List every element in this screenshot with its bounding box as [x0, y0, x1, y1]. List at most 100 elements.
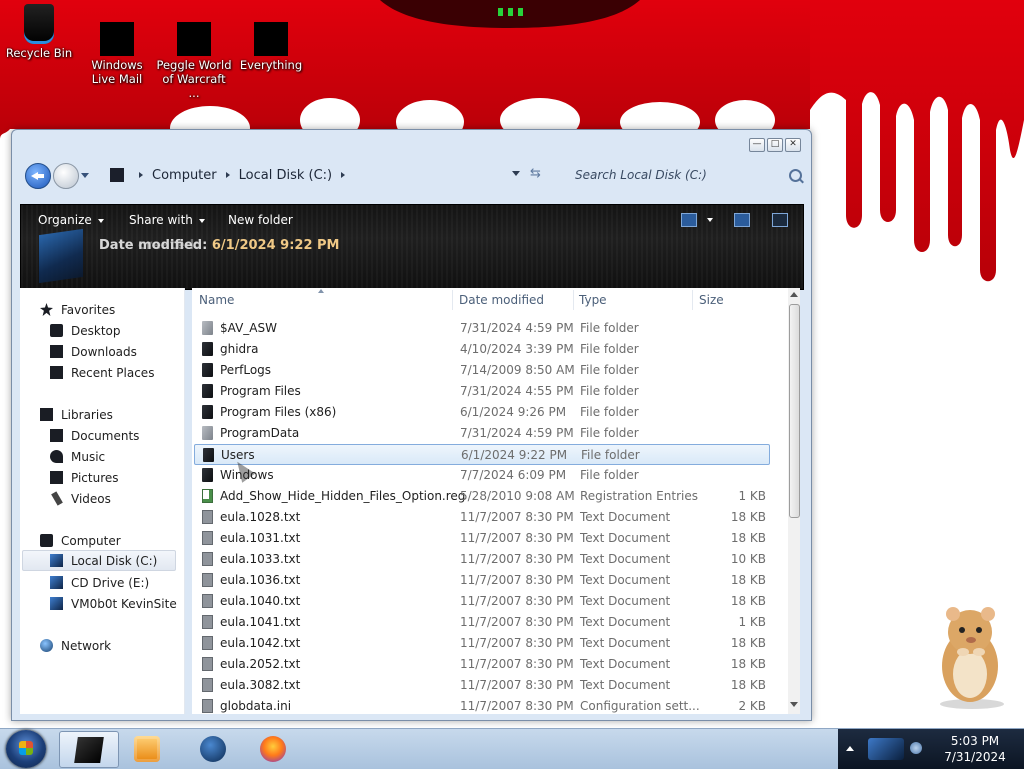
taskbar: 5:03 PM 7/31/2024: [0, 728, 1024, 769]
file-row[interactable]: Users 6/1/2024 9:22 PM File folder: [194, 444, 770, 465]
organize-button[interactable]: Organize: [38, 213, 104, 227]
nav-network[interactable]: Network: [40, 635, 198, 656]
nav-videos[interactable]: Videos: [50, 488, 208, 509]
recent-pages-dropdown[interactable]: [81, 173, 89, 178]
breadcrumb-separator[interactable]: [225, 172, 230, 178]
file-row[interactable]: eula.1036.txt 11/7/2007 8:30 PM Text Docum…: [194, 570, 768, 591]
tray-app-icon[interactable]: [868, 738, 904, 760]
nav-pictures[interactable]: Pictures: [50, 467, 208, 488]
details-pane-text: Date created: Date modified: 6/1/2024 9:…: [99, 238, 339, 253]
taskbar-media-center[interactable]: [118, 731, 176, 766]
file-row[interactable]: Program Files 7/31/2024 4:55 PM File folde…: [194, 381, 768, 402]
column-header-date-modified[interactable]: Date modified: [459, 293, 544, 307]
address-bar[interactable]: Computer Local Disk (C:): [100, 162, 540, 188]
file-size: 18 KB: [730, 510, 766, 524]
view-options-chevron-icon[interactable]: [707, 218, 713, 222]
file-row[interactable]: ghidra 4/10/2024 3:39 PM File folder: [194, 339, 768, 360]
new-folder-button[interactable]: New folder: [228, 213, 293, 227]
forward-button[interactable]: [53, 163, 79, 189]
back-button[interactable]: [25, 163, 51, 189]
maximize-button[interactable]: □: [767, 138, 783, 152]
file-name: Program Files: [220, 384, 301, 398]
column-divider[interactable]: [573, 290, 574, 310]
nav-libraries[interactable]: Libraries: [40, 404, 198, 425]
desktop-icon-recycle-bin[interactable]: Recycle Bin: [1, 4, 77, 60]
search-icon[interactable]: [789, 169, 802, 182]
file-type: File folder: [581, 448, 640, 462]
breadcrumb-separator[interactable]: [139, 172, 143, 178]
file-row[interactable]: $AV_ASW 7/31/2024 4:59 PM File folder: [194, 318, 768, 339]
help-icon[interactable]: [772, 213, 788, 227]
file-row[interactable]: PerfLogs 7/14/2009 8:50 AM File folder: [194, 360, 768, 381]
file-size: 18 KB: [730, 657, 766, 671]
file-name: eula.1041.txt: [220, 615, 301, 629]
file-row[interactable]: eula.1033.txt 11/7/2007 8:30 PM Text Docum…: [194, 549, 768, 570]
desktop-icon-windows-live-mail[interactable]: Windows Live Mail: [79, 22, 155, 86]
close-button[interactable]: ✕: [785, 138, 801, 152]
network-status-icon[interactable]: [910, 742, 922, 754]
nav-network-share[interactable]: VM0b0t KevinSite: [50, 593, 208, 614]
nav-cd-drive-e[interactable]: CD Drive (E:): [50, 572, 208, 593]
file-row[interactable]: eula.2052.txt 11/7/2007 8:30 PM Text Docum…: [194, 654, 768, 675]
nav-desktop[interactable]: Desktop: [50, 320, 208, 341]
file-size: 10 KB: [730, 552, 766, 566]
text-file-icon: [202, 594, 213, 608]
taskbar-explorer[interactable]: [59, 731, 119, 768]
scroll-down-icon[interactable]: [790, 702, 798, 707]
desktop-icon-label: Windows Live Mail: [91, 58, 143, 86]
nav-downloads[interactable]: Downloads: [50, 341, 208, 362]
file-size: 18 KB: [730, 573, 766, 587]
preview-pane-icon[interactable]: [734, 213, 750, 227]
nav-favorites[interactable]: Favorites: [40, 299, 198, 320]
folder-icon: [202, 342, 213, 356]
search-input[interactable]: Search Local Disk (C:): [567, 162, 802, 188]
start-button[interactable]: [6, 730, 46, 768]
change-view-icon[interactable]: [681, 213, 697, 227]
column-header-size[interactable]: Size: [699, 293, 724, 307]
file-row[interactable]: eula.3082.txt 11/7/2007 8:30 PM Text Docum…: [194, 675, 768, 696]
column-header-type[interactable]: Type: [579, 293, 607, 307]
file-row[interactable]: ProgramData 7/31/2024 4:59 PM File folder: [194, 423, 768, 444]
nav-music[interactable]: Music: [50, 446, 208, 467]
file-row[interactable]: Program Files (x86) 6/1/2024 9:26 PM File …: [194, 402, 768, 423]
address-dropdown-icon[interactable]: [512, 171, 520, 176]
breadcrumb-local-disk[interactable]: Local Disk (C:): [239, 168, 332, 183]
file-row[interactable]: eula.1042.txt 11/7/2007 8:30 PM Text Docum…: [194, 633, 768, 654]
column-divider[interactable]: [452, 290, 453, 310]
file-row[interactable]: eula.1028.txt 11/7/2007 8:30 PM Text Docum…: [194, 507, 768, 528]
nav-recent-places[interactable]: Recent Places: [50, 362, 208, 383]
taskbar-globe-app[interactable]: [184, 731, 242, 766]
file-row[interactable]: globdata.ini 11/7/2007 8:30 PM Configurati…: [194, 696, 768, 717]
refresh-icon[interactable]: ⇆: [530, 166, 541, 181]
scroll-thumb[interactable]: [789, 304, 800, 518]
file-row[interactable]: eula.1041.txt 11/7/2007 8:30 PM Text Docum…: [194, 612, 768, 633]
folder-icon: [202, 426, 213, 440]
media-center-icon: [134, 735, 160, 762]
nav-local-disk-c[interactable]: Local Disk (C:): [22, 550, 176, 571]
desktop-icon-everything[interactable]: Everything: [233, 22, 309, 72]
share-with-button[interactable]: Share with: [129, 213, 205, 227]
breadcrumb-computer[interactable]: Computer: [152, 168, 217, 183]
minimize-button[interactable]: —: [749, 138, 765, 152]
taskbar-firefox[interactable]: [244, 731, 302, 766]
desktop-icon-peggle[interactable]: Peggle World of Warcraft ...: [156, 22, 232, 100]
file-row[interactable]: Add_Show_Hide_Hidden_Files_Option.reg 5/2…: [194, 486, 768, 507]
file-row[interactable]: Windows 7/7/2024 6:09 PM File folder: [194, 465, 768, 486]
file-row[interactable]: eula.1040.txt 11/7/2007 8:30 PM Text Docum…: [194, 591, 768, 612]
file-type: Text Document: [580, 552, 671, 566]
details-label: Date modified:: [99, 238, 208, 253]
file-name: ghidra: [220, 342, 259, 356]
file-date-modified: 11/7/2007 8:30 PM: [460, 552, 574, 566]
scroll-up-icon[interactable]: [790, 292, 798, 297]
column-header-name[interactable]: Name: [199, 293, 234, 307]
downloads-icon: [50, 345, 63, 358]
clock[interactable]: 5:03 PM 7/31/2024: [926, 729, 1024, 769]
column-divider[interactable]: [692, 290, 693, 310]
nav-computer[interactable]: Computer: [40, 530, 198, 551]
text-file-icon: [202, 531, 213, 545]
breadcrumb-separator[interactable]: [341, 172, 346, 178]
show-hidden-icons-icon[interactable]: [846, 746, 854, 751]
file-row[interactable]: eula.1031.txt 11/7/2007 8:30 PM Text Docum…: [194, 528, 768, 549]
nav-documents[interactable]: Documents: [50, 425, 208, 446]
vertical-scrollbar[interactable]: [788, 288, 800, 714]
